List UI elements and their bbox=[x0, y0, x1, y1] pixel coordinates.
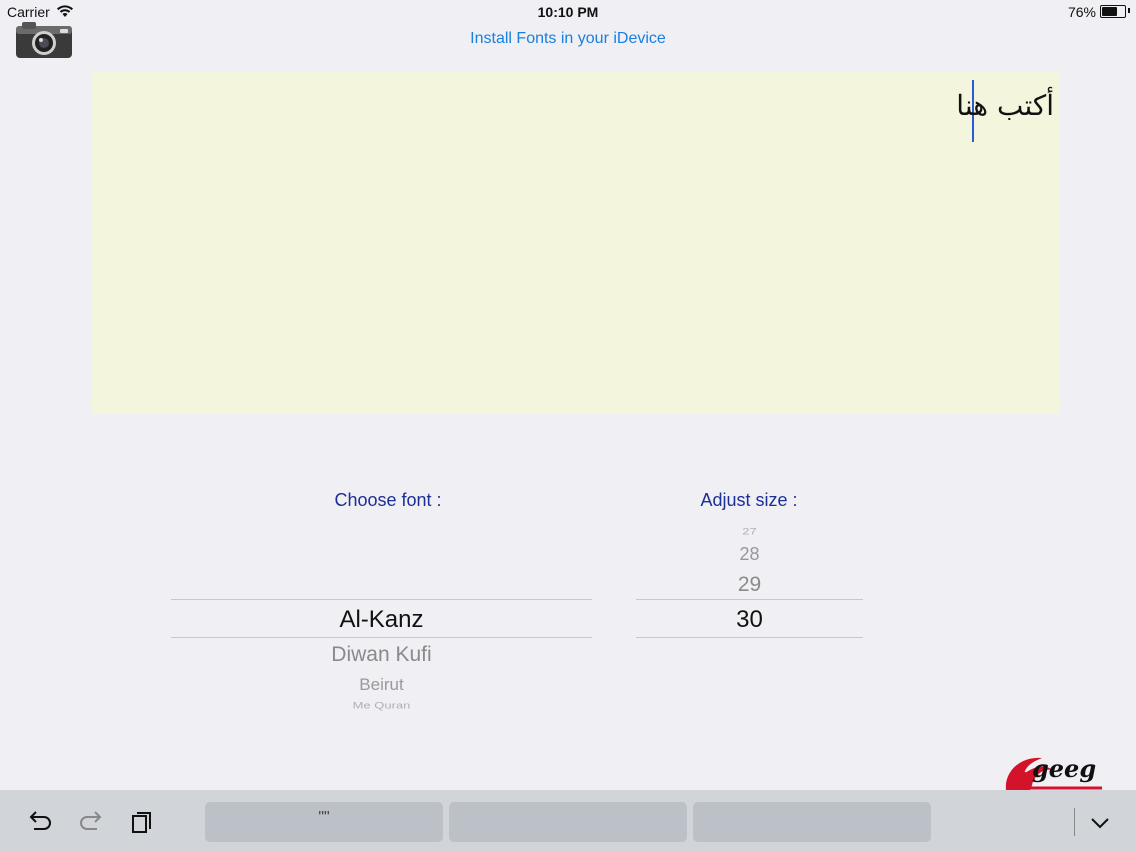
status-bar: Carrier 10:10 PM 76% bbox=[0, 0, 1136, 24]
font-option[interactable]: Me Quran bbox=[171, 700, 592, 711]
toolbar-divider bbox=[1074, 808, 1075, 836]
font-option[interactable]: Diwan Kufi bbox=[171, 643, 592, 667]
choose-font-label: Choose font : bbox=[334, 490, 442, 510]
size-option[interactable]: 27 bbox=[636, 526, 863, 537]
suggestion-1[interactable]: "" bbox=[205, 802, 443, 842]
paste-icon[interactable] bbox=[128, 808, 156, 836]
font-option-selected[interactable]: Al-Kanz bbox=[171, 606, 592, 634]
suggestion-3[interactable] bbox=[693, 802, 931, 842]
picker-divider-bottom bbox=[636, 637, 863, 638]
picker-divider-top bbox=[171, 599, 592, 600]
battery-tip bbox=[1128, 8, 1130, 13]
redo-icon[interactable] bbox=[77, 808, 105, 836]
text-editor[interactable]: أكتب هنا bbox=[92, 71, 1060, 414]
undo-icon[interactable] bbox=[26, 808, 54, 836]
font-picker[interactable]: Al-Kanz Diwan Kufi Beirut Me Quran bbox=[171, 520, 592, 715]
adjust-size-label: Adjust size : bbox=[700, 490, 798, 510]
chevron-down-icon[interactable] bbox=[1086, 808, 1114, 836]
font-option[interactable]: Beirut bbox=[171, 675, 592, 695]
size-option[interactable]: 29 bbox=[636, 573, 863, 597]
size-option-selected[interactable]: 30 bbox=[636, 606, 863, 634]
brand-logo: geeg bbox=[1002, 752, 1130, 792]
keyboard-toolbar: "" bbox=[0, 790, 1136, 852]
size-picker[interactable]: 27 28 29 30 bbox=[636, 520, 863, 715]
battery-percent: 76% bbox=[1067, 4, 1096, 20]
picker-divider-top bbox=[636, 599, 863, 600]
picker-divider-bottom bbox=[171, 637, 592, 638]
battery-level bbox=[1102, 7, 1117, 16]
battery-icon bbox=[1100, 5, 1126, 18]
size-option[interactable]: 28 bbox=[636, 544, 863, 565]
install-fonts-link[interactable]: Install Fonts in your iDevice bbox=[0, 30, 1136, 48]
clock: 10:10 PM bbox=[537, 4, 599, 20]
suggestion-2[interactable] bbox=[449, 802, 687, 842]
editor-text: أكتب هنا bbox=[956, 89, 1054, 122]
logo-text: geeg bbox=[1032, 754, 1097, 783]
